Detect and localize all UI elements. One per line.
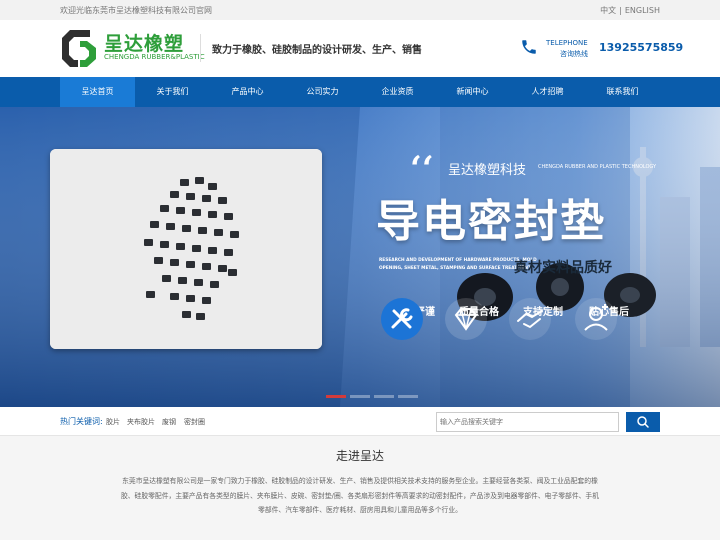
nav-item-home[interactable]: 呈达首页 xyxy=(60,77,135,107)
feature-service: 贴心售后 xyxy=(574,297,644,340)
carousel-dots xyxy=(326,395,418,399)
lang-separator: | xyxy=(619,6,622,15)
nav-item-about[interactable]: 关于我们 xyxy=(135,77,210,107)
logo[interactable]: 呈达橡塑 CHENGDA RUBBER&PLASTIC xyxy=(60,28,205,68)
search-button[interactable] xyxy=(626,412,660,432)
top-bar: 欢迎光临东莞市呈达橡塑科技有限公司官网 中文 | ENGLISH xyxy=(0,0,720,20)
nav-item-qualification[interactable]: 企业资质 xyxy=(360,77,435,107)
product-image xyxy=(50,149,322,349)
welcome-text: 欢迎光临东莞市呈达橡塑科技有限公司官网 xyxy=(60,6,212,15)
header-slogan: 致力于橡胶、硅胶制品的设计研发、生产、销售 xyxy=(212,45,422,56)
about-title: 走进呈达 xyxy=(335,449,384,463)
about-section: 走进呈达 东莞市呈达橡塑有限公司是一家专门致力于橡胶、硅胶制品的设计研发、生产、… xyxy=(0,436,720,540)
carousel-dot[interactable] xyxy=(350,395,370,398)
about-text: 东莞市呈达橡塑有限公司是一家专门致力于橡胶、硅胶制品的设计研发、生产、销售及提供… xyxy=(120,477,600,514)
banner-headline: 导电密封垫 xyxy=(376,196,606,247)
carousel-dot[interactable] xyxy=(326,395,346,398)
lang-en-link[interactable]: ENGLISH xyxy=(625,6,660,15)
header: 呈达橡塑 CHENGDA RUBBER&PLASTIC 致力于橡胶、硅胶制品的设… xyxy=(0,20,720,77)
carousel-dot[interactable] xyxy=(398,395,418,398)
phone-number[interactable]: 13925575859 xyxy=(599,41,683,54)
nav-item-contact[interactable]: 联系我们 xyxy=(585,77,660,107)
logo-mark-icon xyxy=(62,30,96,67)
search-bar: 热门关键词: 胶片 夹布胶片 废钢 密封圈 xyxy=(0,407,720,436)
tools-icon xyxy=(381,298,423,340)
hot-keywords-title: 热门关键词: xyxy=(60,417,103,426)
service-icon xyxy=(575,298,617,340)
logo-subtext: CHENGDA RUBBER&PLASTIC xyxy=(104,53,205,61)
keyword-link[interactable]: 夹布胶片 xyxy=(127,417,155,427)
search-icon xyxy=(637,416,649,428)
keyword-link[interactable]: 胶片 xyxy=(106,417,120,427)
main-nav: 呈达首页 关于我们 产品中心 公司实力 企业资质 新闻中心 人才招聘 联系我们 xyxy=(0,77,720,107)
phone-icon xyxy=(522,40,536,54)
telephone-label: TELEPHONE xyxy=(546,39,588,47)
header-divider xyxy=(200,34,201,62)
nav-item-news[interactable]: 新闻中心 xyxy=(435,77,510,107)
hotline-label: 咨询热线 xyxy=(560,50,588,58)
nav-item-jobs[interactable]: 人才招聘 xyxy=(510,77,585,107)
logo-text: 呈达橡塑 xyxy=(104,33,185,55)
feature-custom: 支持定制 xyxy=(508,297,578,340)
feature-quality: 质量合格 xyxy=(444,297,514,340)
banner-slogan: 真材实料品质好 xyxy=(514,260,612,276)
search-input[interactable] xyxy=(436,412,619,432)
carousel-dot[interactable] xyxy=(374,395,394,398)
product-photo xyxy=(50,149,322,349)
handshake-icon xyxy=(509,298,551,340)
quote-icon: ‘‘ xyxy=(410,149,434,189)
banner-company-en: CHENGDA RUBBER AND PLASTIC TECHNOLOGY xyxy=(538,164,657,170)
hero-banner[interactable]: ‘‘ 呈达橡塑科技 CHENGDA RUBBER AND PLASTIC TEC… xyxy=(0,107,720,407)
nav-item-products[interactable]: 产品中心 xyxy=(210,77,285,107)
diamond-icon xyxy=(445,298,487,340)
keyword-link[interactable]: 密封圈 xyxy=(184,417,205,427)
nav-item-strength[interactable]: 公司实力 xyxy=(285,77,360,107)
banner-company: 呈达橡塑科技 xyxy=(448,163,527,178)
feature-craft: 工艺严谨 xyxy=(380,297,450,340)
lang-cn-link[interactable]: 中文 xyxy=(600,6,616,15)
keyword-link[interactable]: 废钢 xyxy=(162,417,176,427)
language-switch: 中文 | ENGLISH xyxy=(600,5,660,16)
